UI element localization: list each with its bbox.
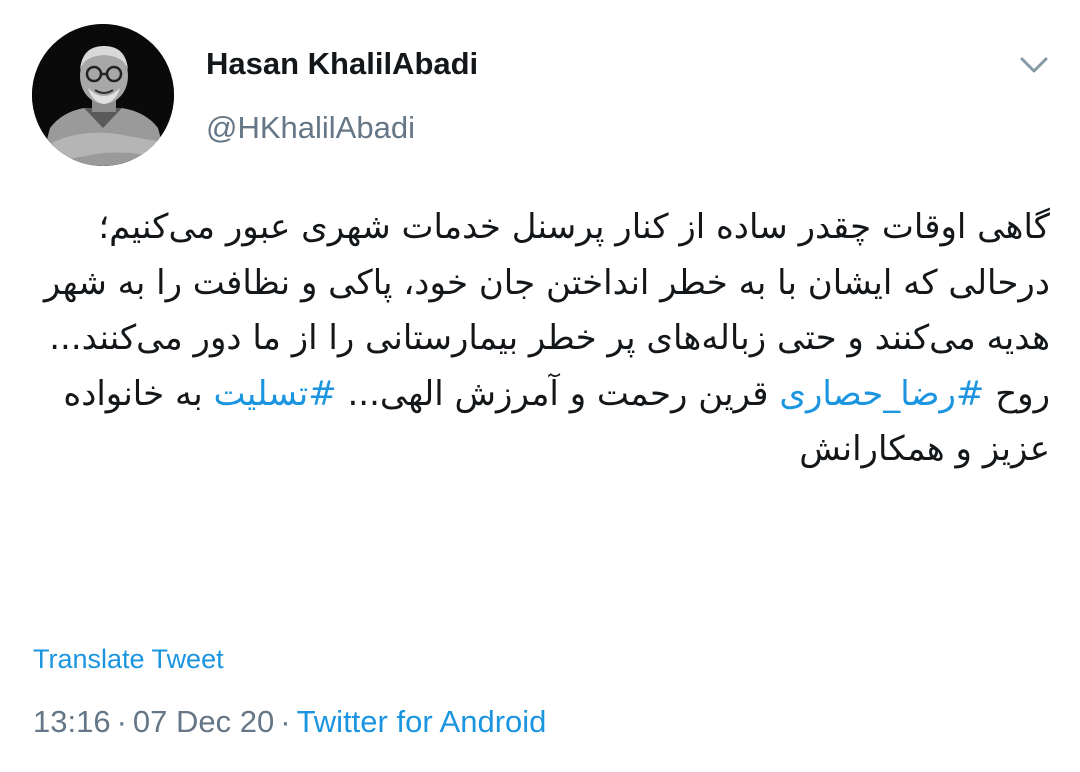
handle[interactable]: @HKhalilAbadi (206, 110, 415, 146)
hashtag-link[interactable]: #تسلیت (214, 374, 337, 414)
avatar[interactable] (32, 24, 174, 166)
tweet-date[interactable]: 07 Dec 20 (133, 704, 274, 739)
translate-tweet-link[interactable]: Translate Tweet (33, 644, 224, 675)
profile-photo (32, 24, 174, 166)
meta-separator: · (280, 704, 291, 739)
tweet-text-segment: قرین رحمت و آمرزش الهی... (336, 373, 780, 414)
tweet-time[interactable]: 13:16 (33, 704, 111, 739)
tweet-meta: 13:16 · 07 Dec 20 · Twitter for Android (33, 704, 546, 740)
tweet-text: گاهی اوقات چقدر ساده از کنار پرسنل خدمات… (40, 200, 1050, 478)
chevron-down-icon[interactable] (1014, 50, 1054, 80)
tweet-text-segment: روح (984, 373, 1050, 414)
tweet-paragraph: روح #رضا_حصاری قرین رحمت و آمرزش الهی...… (40, 367, 1050, 478)
meta-separator: · (116, 704, 127, 739)
hashtag-link[interactable]: #رضا_حصاری (779, 374, 984, 414)
tweet-paragraph: گاهی اوقات چقدر ساده از کنار پرسنل خدمات… (43, 207, 1050, 358)
display-name[interactable]: Hasan KhalilAbadi (206, 46, 478, 82)
tweet-source-link[interactable]: Twitter for Android (297, 704, 547, 739)
